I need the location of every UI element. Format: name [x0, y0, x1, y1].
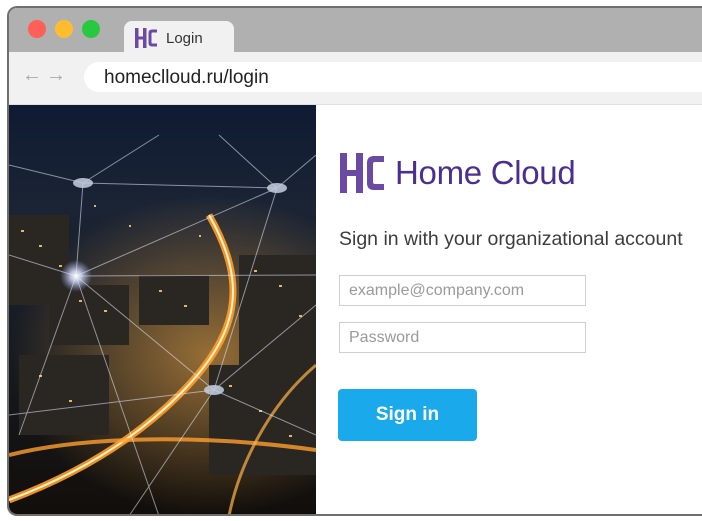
- city-network-hero-image: [9, 105, 316, 514]
- address-bar[interactable]: homeclloud.ru/login: [84, 62, 702, 92]
- arrow-right-icon[interactable]: →: [46, 65, 66, 85]
- login-heading: Sign in with your organizational account: [339, 228, 683, 250]
- browser-window: Login ← → homeclloud.ru/login Home Cloud…: [7, 6, 702, 516]
- minimize-window-button[interactable]: [55, 20, 73, 38]
- maximize-window-button[interactable]: [82, 20, 100, 38]
- password-field[interactable]: [339, 322, 586, 353]
- tab-title: Login: [166, 30, 203, 47]
- page-content: Home Cloud Sign in with your organizatio…: [9, 105, 702, 514]
- browser-toolbar: ← → homeclloud.ru/login: [9, 52, 702, 105]
- address-bar-url: homeclloud.ru/login: [104, 67, 269, 88]
- login-panel: Home Cloud Sign in with your organizatio…: [316, 105, 702, 514]
- email-field[interactable]: [339, 275, 586, 306]
- close-window-button[interactable]: [28, 20, 46, 38]
- city-night-image: [9, 105, 316, 514]
- sign-in-button[interactable]: Sign in: [338, 389, 477, 441]
- browser-tab-login[interactable]: Login: [124, 21, 234, 54]
- home-cloud-logo-icon: [340, 153, 384, 193]
- brand-name: Home Cloud: [395, 154, 576, 191]
- title-bar: Login: [9, 8, 702, 54]
- home-cloud-logo-icon: [135, 28, 157, 48]
- arrow-left-icon[interactable]: ←: [22, 65, 42, 85]
